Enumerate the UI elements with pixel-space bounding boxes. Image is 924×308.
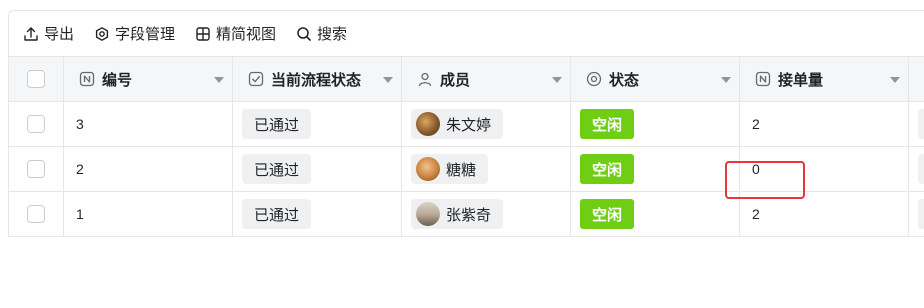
- status-cell[interactable]: 空闲: [571, 192, 740, 236]
- row-checkbox[interactable]: [27, 205, 45, 223]
- chevron-down-icon[interactable]: [214, 77, 224, 83]
- flow-status-tag: 已通过: [242, 154, 312, 184]
- table-row[interactable]: 3 已通过 朱文婷 空闲 2: [8, 102, 924, 147]
- member-chip[interactable]: 糖糖: [411, 154, 489, 184]
- data-table: 编号 当前流程状态 成员 状态 接单量 3 已通过 朱文婷 空闲 2 2 已通过…: [8, 56, 924, 308]
- column-header-flow-status[interactable]: 当前流程状态: [233, 57, 402, 101]
- status-cell[interactable]: 空闲: [571, 147, 740, 191]
- orders-value: 2: [752, 116, 760, 132]
- column-title-orders: 接单量: [778, 71, 824, 89]
- overflow-cell: [909, 147, 924, 191]
- field-management-label: 字段管理: [115, 26, 176, 43]
- column-header-member[interactable]: 成员: [402, 57, 571, 101]
- avatar: [416, 157, 440, 181]
- column-title-status: 状态: [609, 71, 640, 89]
- number-value: 3: [76, 116, 84, 132]
- flow-status-cell[interactable]: 已通过: [233, 102, 402, 146]
- row-select-cell: [8, 192, 64, 236]
- compact-view-label: 精简视图: [216, 26, 277, 43]
- member-cell[interactable]: 张紫奇: [402, 192, 571, 236]
- table-header: 编号 当前流程状态 成员 状态 接单量: [8, 56, 924, 102]
- chevron-down-icon[interactable]: [890, 77, 900, 83]
- row-select-cell: [8, 147, 64, 191]
- chevron-down-icon[interactable]: [721, 77, 731, 83]
- gear-icon: [95, 26, 109, 41]
- single-select-icon: [586, 71, 602, 87]
- select-all-cell: [8, 57, 64, 101]
- avatar: [416, 112, 440, 136]
- flow-status-tag: 已通过: [242, 199, 312, 229]
- flow-status-cell[interactable]: 已通过: [233, 192, 402, 236]
- field-management-button[interactable]: 字段管理: [94, 19, 175, 49]
- toolbar: 导出 字段管理 精简视图 搜索: [8, 10, 924, 56]
- number-cell[interactable]: 2: [64, 147, 233, 191]
- member-chip[interactable]: 朱文婷: [411, 109, 504, 139]
- select-all-checkbox[interactable]: [27, 70, 45, 88]
- number-cell[interactable]: 1: [64, 192, 233, 236]
- member-chip[interactable]: 张紫奇: [411, 199, 504, 229]
- truncated-tag: [918, 199, 924, 229]
- member-name: 糖糖: [446, 161, 477, 179]
- flow-status-cell[interactable]: 已通过: [233, 147, 402, 191]
- export-label: 导出: [44, 26, 75, 43]
- member-cell[interactable]: 朱文婷: [402, 102, 571, 146]
- compact-view-button[interactable]: 精简视图: [195, 19, 276, 49]
- number-value: 1: [76, 206, 84, 222]
- column-title-flow-status: 当前流程状态: [271, 71, 362, 89]
- status-badge: 空闲: [580, 199, 635, 229]
- column-header-number[interactable]: 编号: [64, 57, 233, 101]
- orders-cell[interactable]: 2: [740, 102, 909, 146]
- column-title-member: 成员: [440, 71, 471, 89]
- person-icon: [418, 72, 432, 87]
- row-select-cell: [8, 102, 64, 146]
- grid-icon: [196, 26, 210, 41]
- chevron-down-icon[interactable]: [552, 77, 562, 83]
- overflow-cell: [909, 102, 924, 146]
- column-header-orders[interactable]: 接单量: [740, 57, 909, 101]
- checkbox-field-icon: [248, 71, 264, 87]
- number-field-icon: [79, 71, 95, 87]
- row-checkbox[interactable]: [27, 160, 45, 178]
- truncated-tag: [918, 154, 924, 184]
- truncated-tag: [918, 109, 924, 139]
- member-name: 张紫奇: [446, 206, 492, 224]
- member-name: 朱文婷: [446, 116, 492, 134]
- number-value: 2: [76, 161, 84, 177]
- overflow-cell: [909, 192, 924, 236]
- flow-status-tag: 已通过: [242, 109, 312, 139]
- search-icon: [297, 26, 311, 41]
- status-cell[interactable]: 空闲: [571, 102, 740, 146]
- search-button[interactable]: 搜索: [296, 19, 347, 49]
- avatar: [416, 202, 440, 226]
- search-label: 搜索: [317, 26, 348, 43]
- column-title-number: 编号: [102, 71, 133, 89]
- number-cell[interactable]: 3: [64, 102, 233, 146]
- status-badge: 空闲: [580, 109, 635, 139]
- chevron-down-icon[interactable]: [383, 77, 393, 83]
- number-field-icon: [755, 71, 771, 87]
- status-badge: 空闲: [580, 154, 635, 184]
- column-header-status[interactable]: 状态: [571, 57, 740, 101]
- orders-value: 2: [752, 206, 760, 222]
- export-button[interactable]: 导出: [23, 19, 74, 49]
- column-header-overflow: [909, 57, 924, 101]
- selection-highlight-box: [725, 161, 805, 199]
- upload-icon: [24, 26, 38, 41]
- member-cell[interactable]: 糖糖: [402, 147, 571, 191]
- row-checkbox[interactable]: [27, 115, 45, 133]
